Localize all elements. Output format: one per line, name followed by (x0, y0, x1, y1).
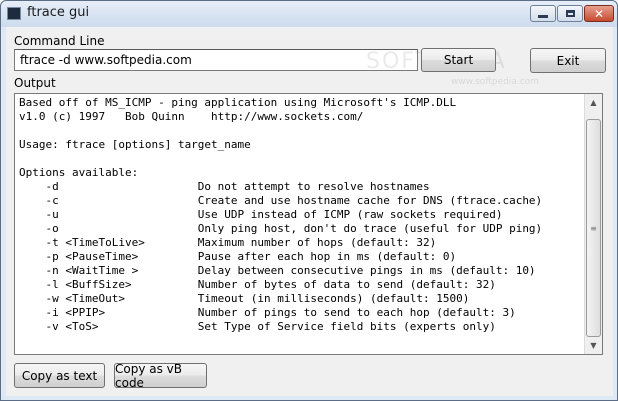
title-bar[interactable]: ftrace gui ✕ (1, 1, 617, 27)
output-line: -v <ToS> Set Type of Service field bits … (19, 320, 496, 333)
window-title: ftrace gui (27, 5, 90, 20)
output-line: -p <PauseTime> Pause after each hop in m… (19, 250, 457, 263)
output-line: -d Do not attempt to resolve hostnames (19, 180, 430, 193)
output-line: Options available: (19, 166, 139, 179)
output-line: -o Only ping host, don't do trace (usefu… (19, 222, 543, 235)
command-line-label: Command Line (14, 34, 105, 48)
vertical-scrollbar[interactable]: ▲ ≡ ▼ (584, 94, 602, 354)
maximize-icon (565, 10, 575, 17)
start-button[interactable]: Start (421, 48, 496, 72)
scroll-thumb[interactable]: ≡ (586, 119, 601, 337)
output-line: v1.0 (c) 1997 Bob Quinn http://www.socke… (19, 110, 364, 123)
output-text: Based off of MS_ICMP - ping application … (19, 96, 585, 334)
app-icon (7, 7, 21, 20)
copy-as-text-button[interactable]: Copy as text (14, 363, 105, 388)
scroll-down-icon[interactable]: ▼ (585, 337, 602, 354)
output-label: Output (14, 76, 56, 90)
output-line: -w <TimeOut> Timeout (in milliseconds) (… (19, 292, 470, 305)
output-line: -t <TimeToLive> Maximum number of hops (… (19, 236, 437, 249)
output-line: -i <PPIP> Number of pings to send to eac… (19, 306, 516, 319)
output-line: -c Create and use hostname cache for DNS… (19, 194, 543, 207)
watermark-url: www.softpedia.com (451, 77, 539, 87)
close-button[interactable]: ✕ (584, 5, 614, 22)
grip-icon: ≡ (590, 223, 597, 233)
minimize-button[interactable] (530, 5, 556, 22)
output-line: Based off of MS_ICMP - ping application … (19, 96, 457, 109)
exit-button[interactable]: Exit (530, 48, 606, 73)
maximize-button[interactable] (557, 5, 583, 22)
main-window: ftrace gui ✕ Command Line ftrace -d www.… (0, 0, 618, 401)
scroll-up-icon[interactable]: ▲ (585, 94, 602, 111)
output-line: Usage: ftrace [options] target_name (19, 138, 251, 151)
output-textarea[interactable]: Based off of MS_ICMP - ping application … (14, 93, 603, 355)
output-line: -u Use UDP instead of ICMP (raw sockets … (19, 208, 503, 221)
copy-as-vb-code-button[interactable]: Copy as vB code (114, 362, 207, 390)
close-icon: ✕ (593, 6, 605, 21)
client-area: Command Line ftrace -d www.softpedia.com… (6, 27, 613, 396)
output-line: -n <WaitTime > Delay between consecutive… (19, 264, 536, 277)
minimize-icon (538, 15, 548, 18)
command-line-input[interactable]: ftrace -d www.softpedia.com (14, 49, 418, 71)
output-line: -l <BuffSize> Number of bytes of data to… (19, 278, 496, 291)
